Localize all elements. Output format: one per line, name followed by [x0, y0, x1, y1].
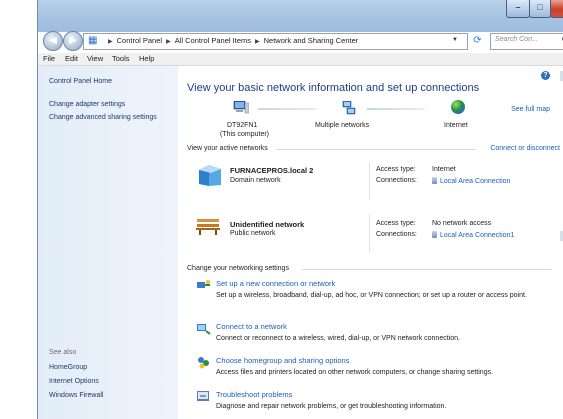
see-also-label: See also [49, 349, 77, 356]
network-type-link[interactable]: Public network [230, 230, 276, 237]
breadcrumb-control-panel[interactable]: Control Panel [117, 36, 162, 45]
connect-to-network-link[interactable]: Connect to a network [216, 322, 287, 331]
network-column-divider [369, 214, 370, 252]
see-full-map-link[interactable]: See full map [511, 106, 550, 113]
setup-connection-desc: Set up a wireless, broadband, dial-up, a… [216, 292, 527, 299]
network-name: Unidentified network [230, 220, 305, 229]
computer-icon [233, 101, 249, 114]
connections-label: Connections: [376, 177, 417, 184]
sidebar-item-control-panel-home[interactable]: Control Panel Home [49, 77, 112, 86]
new-connection-icon [197, 280, 210, 288]
breadcrumb: ▶ Control Panel ▶ All Control Panel Items ▶ N… [104, 36, 358, 45]
search-input[interactable]: Search Con... ⚲ [490, 33, 563, 50]
connect-or-disconnect-link[interactable]: Connect or disconnect [490, 145, 560, 152]
minimize-button[interactable]: – [506, 0, 530, 18]
homegroup-icon [198, 357, 209, 369]
breadcrumb-separator-icon: ▶ [255, 39, 260, 45]
menu-edit[interactable]: Edit [65, 54, 78, 63]
breadcrumb-network-sharing-center[interactable]: Network and Sharing Center [264, 36, 359, 45]
address-dropdown-icon[interactable]: ▼ [452, 37, 458, 43]
navigation-bar: ◀ ▶ ▦ ▶ Control Panel ▶ All Control Panel I… [38, 30, 563, 52]
network-adapter-icon [432, 231, 437, 238]
maximize-button[interactable]: □ [529, 0, 551, 18]
sidebar-item-change-advanced-sharing[interactable]: Change advanced sharing settings [49, 113, 159, 122]
map-internet: Internet [444, 122, 468, 129]
map-computer-name: DT92FN1 [227, 122, 258, 129]
homegroup-sharing-desc: Access files and printers located on oth… [216, 369, 494, 376]
access-type-value: No network access [432, 220, 492, 227]
menu-view[interactable]: View [87, 54, 103, 63]
connection-name[interactable]: Local Area Connection1 [440, 232, 514, 239]
back-arrow-icon: ◀ [49, 35, 57, 46]
menu-file[interactable]: File [43, 54, 55, 63]
map-connection-line [258, 108, 316, 110]
section-divider [276, 149, 476, 150]
sidebar-item-homegroup[interactable]: HomeGroup [49, 363, 87, 372]
close-button[interactable]: X [550, 0, 563, 18]
title-bar[interactable]: – □ X [38, 0, 563, 32]
network-type-link[interactable]: Domain network [230, 177, 281, 184]
breadcrumb-all-items[interactable]: All Control Panel Items [175, 36, 251, 45]
connect-to-network-desc: Connect or reconnect to a wireless, wire… [216, 335, 460, 342]
active-networks-heading: View your active networks [187, 145, 268, 152]
sidebar-item-windows-firewall[interactable]: Windows Firewall [49, 391, 103, 400]
sidebar: Control Panel Home Change adapter settin… [38, 66, 178, 419]
troubleshoot-icon [197, 391, 209, 401]
network-adapter-icon [432, 177, 437, 184]
connect-network-icon [197, 324, 211, 335]
network-name: FURNACEPROS.local 2 [230, 166, 314, 175]
sidebar-item-internet-options[interactable]: Internet Options [49, 377, 99, 386]
map-multiple-networks: Multiple networks [315, 122, 370, 129]
address-bar[interactable]: ▦ ▶ Control Panel ▶ All Control Panel Items… [83, 33, 468, 50]
back-button[interactable]: ◀ [43, 31, 63, 51]
sidebar-item-change-adapter-settings[interactable]: Change adapter settings [49, 100, 125, 109]
page-title: View your basic network information and … [187, 82, 480, 94]
access-type-label: Access type: [376, 166, 416, 173]
map-computer-sub: (This computer) [220, 131, 270, 138]
local-area-connection1-link[interactable]: Local Area Connection1 [432, 231, 514, 239]
troubleshoot-desc: Diagnose and repair network problems, or… [216, 403, 447, 410]
local-area-connection-link[interactable]: Local Area Connection [432, 177, 510, 185]
breadcrumb-separator-icon: ▶ [166, 39, 171, 45]
search-placeholder: Search Con... [495, 36, 538, 43]
access-type-label: Access type: [376, 220, 416, 227]
control-panel-icon: ▦ [88, 35, 98, 46]
connection-name[interactable]: Local Area Connection [440, 178, 510, 185]
map-connection-line [367, 108, 425, 110]
connections-label: Connections: [376, 231, 417, 238]
globe-icon [451, 100, 465, 114]
troubleshoot-link[interactable]: Troubleshoot problems [216, 390, 292, 399]
access-type-value: Internet [432, 166, 456, 173]
refresh-button[interactable]: ⟳ [469, 33, 486, 48]
network-icon [342, 101, 356, 115]
menu-tools[interactable]: Tools [112, 54, 130, 63]
domain-network-icon [199, 165, 221, 186]
breadcrumb-separator-icon: ▶ [108, 39, 113, 45]
section-divider [302, 269, 552, 270]
setup-connection-link[interactable]: Set up a new connection or network [216, 279, 335, 288]
menu-help[interactable]: Help [139, 54, 154, 63]
change-settings-heading: Change your networking settings [187, 265, 289, 272]
refresh-icon: ⟳ [473, 35, 482, 46]
forward-arrow-icon: ▶ [69, 35, 77, 46]
forward-button[interactable]: ▶ [63, 31, 83, 51]
network-column-divider [369, 162, 370, 200]
network-sharing-center-window: – □ X ◀ ▶ ▦ ▶ Control Panel ▶ All Control P… [37, 0, 563, 419]
main-content: ? View your basic network information an… [178, 66, 563, 419]
menu-bar: File Edit View Tools Help [38, 53, 563, 66]
homegroup-sharing-link[interactable]: Choose homegroup and sharing options [216, 356, 349, 365]
help-icon[interactable]: ? [541, 71, 550, 80]
public-network-bench-icon [196, 219, 220, 235]
